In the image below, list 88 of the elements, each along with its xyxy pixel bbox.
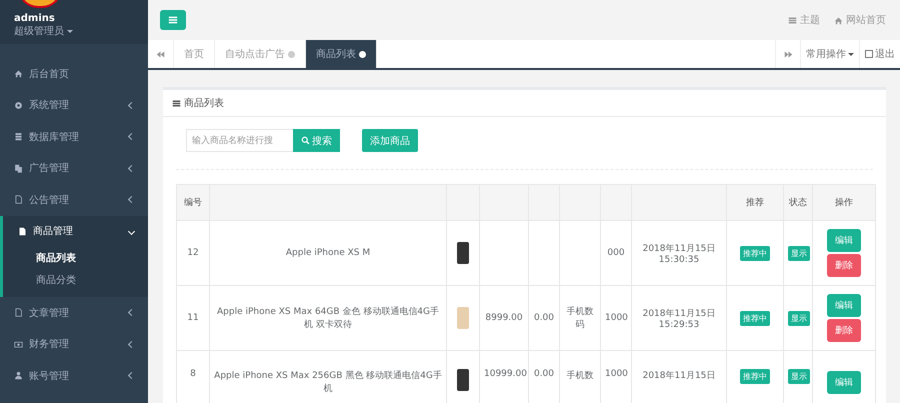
caret-icon	[848, 52, 854, 56]
column-header: 状态	[784, 184, 812, 220]
user-name: admins	[14, 13, 56, 24]
tab[interactable]: 商品列表	[306, 40, 377, 68]
header-link[interactable]: 网站首页	[834, 13, 886, 27]
user-icon	[14, 371, 23, 380]
table-cell: 0.00	[534, 313, 554, 323]
house-icon	[834, 16, 843, 24]
menu-label: 系统管理	[29, 98, 70, 112]
double-right-arrow-icon	[784, 50, 792, 58]
scroll-right-button[interactable]	[775, 40, 801, 68]
gear-icon	[14, 100, 23, 110]
menu-item[interactable]: 账号管理	[0, 360, 148, 392]
menu-item[interactable]: 财务管理	[0, 328, 148, 360]
table-cell: 1000	[605, 369, 628, 379]
table-cell: 10999.00	[484, 369, 527, 379]
table-cell: 2018年11月15日 15:30:35	[642, 244, 716, 264]
header-link[interactable]: 主题	[788, 13, 820, 27]
table-cell: 手机数	[566, 371, 594, 381]
table-cell: 2018年11月15日	[642, 371, 716, 381]
delete-button[interactable]: 删除	[827, 319, 861, 342]
submenu-item[interactable]: 商品列表	[3, 247, 148, 269]
column-header: 操作	[812, 184, 876, 220]
table-cell: 8	[190, 369, 196, 379]
menu-label: 公告管理	[29, 194, 70, 207]
column-header: 编号	[176, 184, 210, 220]
caret-icon	[67, 30, 73, 32]
status-badge: 显示	[788, 310, 810, 326]
menu-label: 数据库管理	[29, 130, 80, 144]
edit-button[interactable]: 编辑	[827, 294, 861, 317]
menu-item[interactable]: 公告管理	[0, 184, 148, 216]
menu-label: 商品管理	[33, 224, 74, 238]
menu-label: 文章管理	[29, 306, 70, 320]
table-cell: 2018年11月15日 15:29:53	[642, 308, 716, 330]
search-icon	[301, 136, 310, 145]
file-icon	[14, 308, 23, 318]
menu-label: 广告管理	[29, 162, 70, 176]
menu-label: 后台首页	[29, 68, 70, 81]
recommend-badge: 推荐中	[740, 246, 770, 260]
table-cell: 000	[607, 248, 625, 258]
file-icon	[14, 195, 23, 204]
database-icon	[14, 132, 23, 142]
menu-label: 财务管理	[29, 338, 70, 352]
column-header: 推荐	[726, 184, 784, 220]
table-cell: Apple iPhone XS Max 64GB 金色 移动联通电信4G手机 双卡双待	[217, 307, 439, 330]
house-icon	[14, 69, 23, 78]
list-icon	[788, 16, 797, 24]
submenu-item[interactable]: 商品分类	[3, 269, 148, 291]
search-button[interactable]: 搜索	[293, 129, 340, 152]
menu-button[interactable]	[160, 10, 186, 30]
recommend-badge: 推荐中	[740, 369, 770, 384]
table-cell: 手机数码	[566, 307, 594, 330]
menu-item[interactable]: 商品管理	[3, 216, 148, 247]
file-icon	[18, 226, 27, 236]
user-role-dropdown[interactable]: 超级管理员	[14, 24, 134, 38]
list-icon	[172, 98, 181, 108]
menu-item[interactable]: 后台首页	[0, 58, 148, 90]
panel-title: 商品列表	[184, 96, 224, 110]
banknote-icon	[14, 340, 23, 349]
recommend-badge: 推荐中	[740, 310, 770, 326]
add-product-button[interactable]: 添加商品	[362, 129, 418, 152]
double-left-arrow-icon	[156, 50, 165, 58]
photo-placeholder	[457, 369, 469, 391]
edit-button[interactable]: 编辑	[827, 229, 861, 252]
edit-button[interactable]: 编辑	[827, 371, 861, 394]
exit-icon	[865, 50, 873, 58]
status-badge: 显示	[788, 369, 810, 384]
photo-placeholder	[457, 307, 469, 329]
table-cell: 0.00	[534, 369, 554, 379]
tab[interactable]: 首页	[174, 40, 215, 68]
status-badge: 显示	[788, 246, 810, 260]
menu-item[interactable]: 系统管理	[0, 90, 148, 121]
photo-placeholder	[457, 242, 469, 264]
table-cell: 11	[187, 313, 199, 323]
table-cell: 12	[187, 248, 199, 258]
menu-item[interactable]: 广告管理	[0, 152, 148, 184]
table-cell: Apple iPhone XS M	[286, 248, 370, 258]
menu-item[interactable]: 数据库管理	[0, 121, 148, 152]
close-icon[interactable]	[359, 50, 366, 58]
search-field[interactable]: 输入商品名称进行搜	[186, 129, 293, 152]
menu-label: 账号管理	[29, 370, 70, 383]
menu-icon	[168, 15, 178, 25]
copy-icon	[14, 164, 23, 173]
delete-button[interactable]: 删除	[827, 254, 861, 277]
table-cell: 1000	[605, 313, 628, 323]
table-cell: Apple iPhone XS Max 256GB 黑色 移动联通电信4G手机	[214, 371, 442, 394]
table-cell: 8999.00	[485, 313, 523, 323]
menu-item[interactable]: 文章管理	[0, 297, 148, 328]
